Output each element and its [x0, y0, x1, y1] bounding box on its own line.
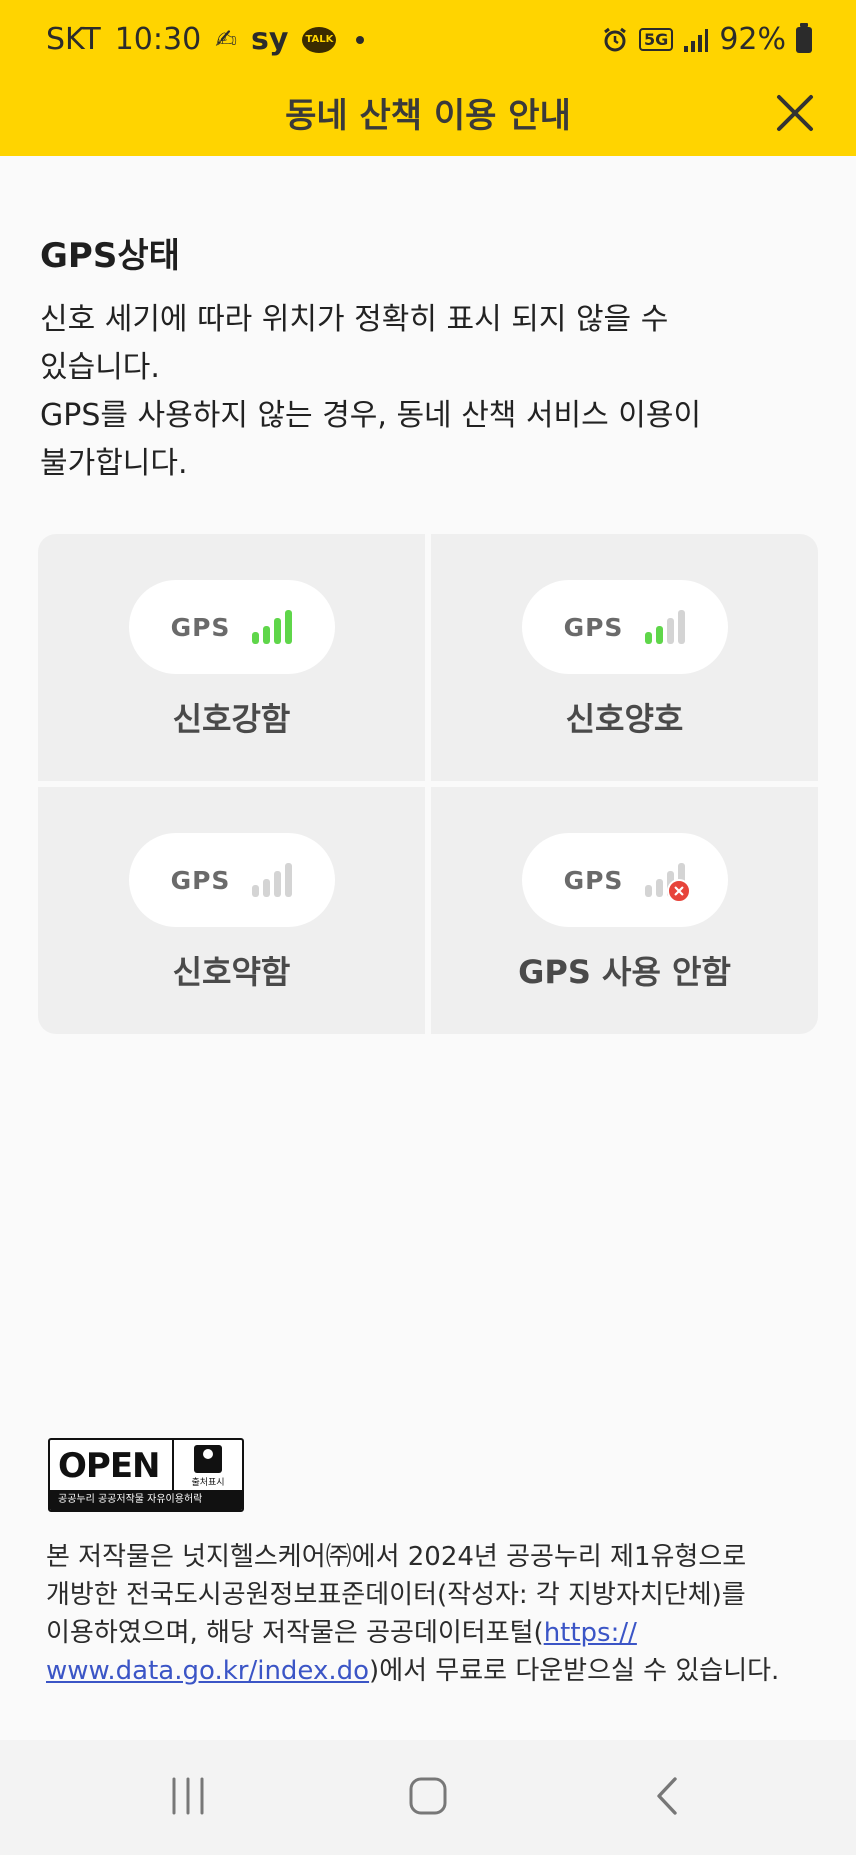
attribution-mark: 출처표시 — [172, 1440, 242, 1492]
clock: 10:30 — [114, 22, 202, 57]
signal-bar — [678, 610, 686, 644]
signal-bar — [252, 885, 260, 897]
home-icon — [409, 1777, 447, 1815]
desc-line: GPS를 사용하지 않는 경우, 동네 산책 서비스 이용이 — [40, 398, 702, 433]
gps-state-label: 신호강함 — [172, 700, 291, 738]
gps-pill: GPS — [128, 833, 335, 927]
error-x-icon — [667, 879, 692, 903]
license-line: www.data.go.kr/index.do)에서 무료로 다운받으실 수 있… — [46, 1652, 836, 1690]
signal-bar — [285, 863, 293, 897]
kogl-footer-text: 공공누리 공공저작물 자유이용허락 — [50, 1490, 242, 1510]
open-logo-text: OPEN — [58, 1446, 161, 1486]
signal-bar — [274, 618, 282, 644]
signal-bar — [656, 626, 664, 644]
back-chevron-icon — [657, 1777, 677, 1815]
kakaotalk-icon: TALK — [302, 26, 337, 53]
back-button[interactable] — [628, 1766, 708, 1826]
signal-bar — [285, 610, 293, 644]
signal-bar — [263, 626, 271, 644]
signal-strong-icon — [252, 610, 293, 644]
pen-icon: ✍ — [215, 24, 237, 55]
status-right: 5G 92% — [601, 22, 812, 57]
gps-state-grid: GPS 신호강함 GPS 신호양호 GPS 신호약함 GPS GPS 사용 안함 — [38, 534, 818, 1034]
signal-bar — [656, 879, 664, 897]
sy-app-label: sy — [250, 22, 289, 57]
gps-badge-label: GPS — [170, 612, 231, 642]
network-5g-icon: 5G — [639, 28, 674, 51]
kogl-open-badge: OPEN 출처표시 공공누리 공공저작물 자유이용허락 — [48, 1438, 244, 1512]
signal-bar — [263, 879, 271, 897]
gps-description: 신호 세기에 따라 위치가 정확히 표시 되지 않을 수 있습니다. GPS를 … — [40, 296, 830, 488]
data-portal-link[interactable]: https:// — [544, 1618, 637, 1648]
signal-bar — [252, 632, 260, 644]
gps-state-weak: GPS 신호약함 — [38, 787, 425, 1034]
gps-pill: GPS — [521, 580, 728, 674]
gps-state-off: GPS GPS 사용 안함 — [431, 787, 818, 1034]
recent-apps-icon — [172, 1777, 204, 1815]
system-nav-bar — [0, 1740, 856, 1855]
signal-bar — [274, 871, 282, 897]
section-title: GPS상태 — [40, 236, 180, 276]
desc-line: 있습니다. — [40, 350, 160, 385]
recent-apps-button[interactable] — [148, 1766, 228, 1826]
battery-percent: 92% — [719, 22, 786, 57]
gps-pill: GPS — [128, 580, 335, 674]
gps-state-strong: GPS 신호강함 — [38, 534, 425, 781]
close-button[interactable] — [770, 88, 820, 138]
license-line: 본 저작물은 넛지헬스케어㈜에서 2024년 공공누리 제1유형으로 — [46, 1542, 747, 1572]
home-button[interactable] — [388, 1766, 468, 1826]
person-icon — [194, 1444, 222, 1473]
license-line: 이용하였으며, 해당 저작물은 공공데이터포털(https:// — [46, 1614, 836, 1652]
signal-good-icon — [645, 610, 686, 644]
gps-state-label: 신호양호 — [565, 700, 684, 738]
page-title: 동네 산책 이용 안내 — [285, 96, 571, 136]
license-line-text: )에서 무료로 다운받으실 수 있습니다. — [369, 1656, 780, 1686]
desc-line: 불가합니다. — [40, 446, 188, 481]
battery-icon — [796, 22, 812, 53]
carrier-label: SKT — [46, 22, 101, 57]
title-bar: 동네 산책 이용 안내 — [0, 82, 856, 156]
alarm-icon — [604, 27, 626, 51]
license-line-text: 이용하였으며, 해당 저작물은 공공데이터포털( — [46, 1618, 544, 1648]
status-left: SKT 10:30 ✍ sy TALK — [46, 22, 365, 57]
gps-badge-label: GPS — [170, 865, 231, 895]
license-text: 본 저작물은 넛지헬스케어㈜에서 2024년 공공누리 제1유형으로 개방한 전… — [46, 1538, 836, 1690]
license-line: 개방한 전국도시공원정보표준데이터(작성자: 각 지방자치단체)를 — [46, 1580, 746, 1610]
desc-line: 신호 세기에 따라 위치가 정확히 표시 되지 않을 수 — [40, 302, 669, 337]
signal-disabled-icon — [645, 863, 692, 903]
gps-badge-label: GPS — [563, 612, 624, 642]
signal-bar — [645, 885, 653, 897]
gps-state-label: 신호약함 — [172, 953, 291, 991]
signal-bar — [645, 632, 653, 644]
cell-signal-icon — [684, 28, 709, 52]
gps-badge-label: GPS — [563, 865, 624, 895]
status-bar: SKT 10:30 ✍ sy TALK 5G 92% — [0, 0, 856, 82]
notification-dot-icon — [356, 35, 365, 44]
attribution-label: 출처표시 — [191, 1477, 225, 1488]
app-header: SKT 10:30 ✍ sy TALK 5G 92% 동네 산책 이용 안내 — [0, 0, 856, 156]
gps-state-label: GPS 사용 안함 — [518, 953, 731, 991]
close-icon — [777, 95, 813, 131]
signal-bar — [667, 618, 675, 644]
gps-state-good: GPS 신호양호 — [431, 534, 818, 781]
data-portal-link[interactable]: www.data.go.kr/index.do — [46, 1656, 369, 1686]
gps-pill: GPS — [521, 833, 728, 927]
signal-weak-icon — [252, 863, 293, 897]
